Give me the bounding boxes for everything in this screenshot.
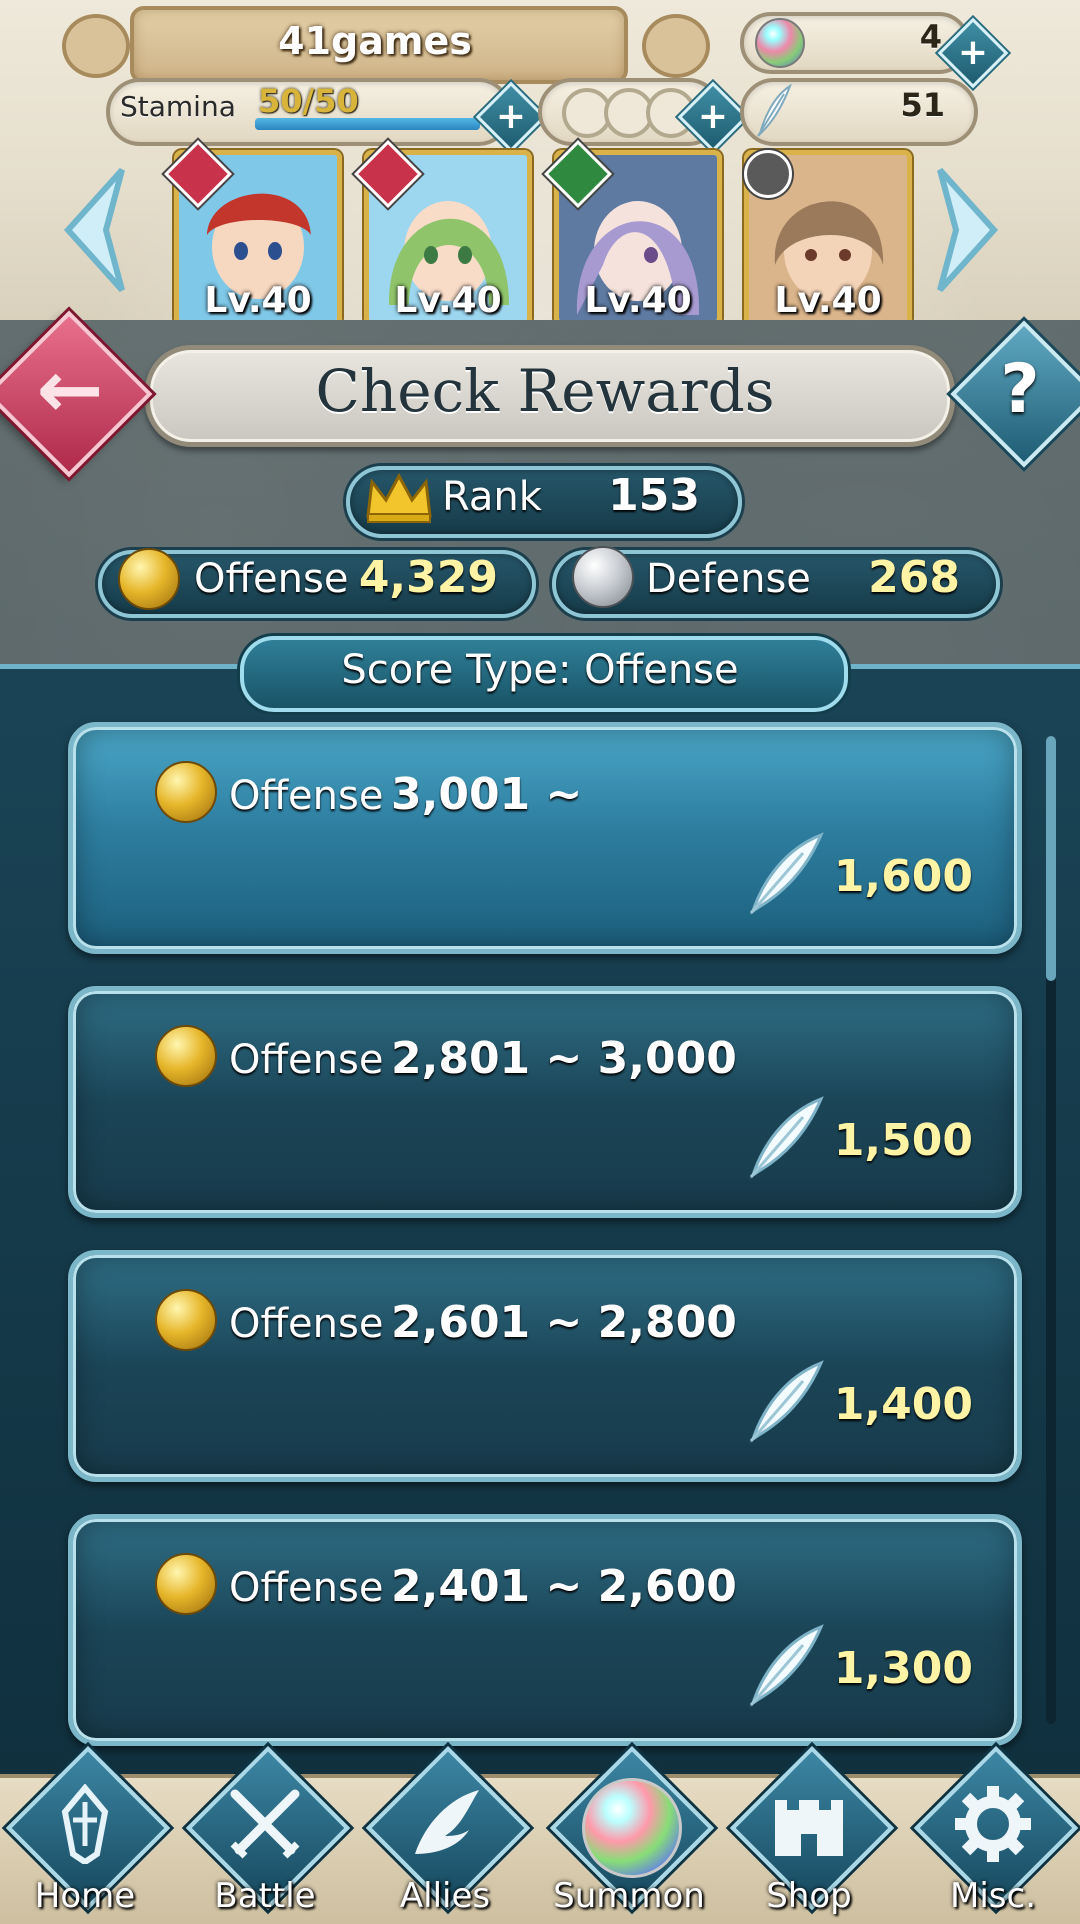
nav-label: Allies xyxy=(399,1876,491,1916)
page-title: Check Rewards xyxy=(315,357,775,425)
offense-medal-icon xyxy=(118,548,180,610)
reward-tier-card[interactable]: Offense 2,401 ~ 2,600 1,300 xyxy=(68,1514,1022,1746)
nav-home-button[interactable]: Home xyxy=(5,1745,171,1920)
offense-medal-icon xyxy=(155,1289,217,1351)
castle-icon xyxy=(775,1800,843,1856)
nav-allies-button[interactable]: Allies xyxy=(365,1745,531,1920)
next-hero-arrow-icon[interactable] xyxy=(930,160,1010,300)
score-type-label: Score Type: Offense xyxy=(341,647,739,693)
hero-level: Lv.40 xyxy=(204,280,312,321)
nav-shop-button[interactable]: Shop xyxy=(729,1745,895,1920)
hero-level: Lv.40 xyxy=(774,280,882,321)
stamina-value: 50/50 xyxy=(258,82,359,120)
reward-tier-card[interactable]: Offense 2,801 ~ 3,000 1,500 xyxy=(68,986,1022,1218)
nav-label: Summon xyxy=(553,1876,705,1916)
scroll-curl-right xyxy=(642,14,710,78)
plus-icon: + xyxy=(495,96,527,137)
reward-tier-label: Offense xyxy=(229,1301,384,1347)
orbs-count: 4 xyxy=(919,18,942,56)
back-arrow-icon: ← xyxy=(36,343,104,436)
nav-battle-button[interactable]: Battle xyxy=(185,1745,351,1920)
hero-level: Lv.40 xyxy=(584,280,692,321)
gear-icon xyxy=(955,1786,1031,1862)
reward-tier-range: 2,401 ~ 2,600 xyxy=(391,1561,737,1612)
rank-value: 153 xyxy=(608,470,700,521)
stamina-label: Stamina xyxy=(120,90,236,123)
nav-misc-button[interactable]: Misc. xyxy=(913,1745,1079,1920)
offense-value: 4,329 xyxy=(358,552,498,603)
offense-medal-icon xyxy=(155,761,217,823)
reward-feather-amount: 1,600 xyxy=(833,851,973,902)
reward-tier-card[interactable]: Offense 3,001 ~ 1,600 xyxy=(68,722,1022,954)
defense-label: Defense xyxy=(646,556,811,602)
nav-label: Battle xyxy=(214,1876,316,1916)
question-mark-icon: ? xyxy=(1000,350,1040,429)
feather-icon xyxy=(757,83,792,138)
reward-tier-range: 2,801 ~ 3,000 xyxy=(391,1033,737,1084)
reward-tier-card[interactable]: Offense 2,601 ~ 2,800 1,400 xyxy=(68,1250,1022,1482)
nav-summon-button[interactable]: Summon xyxy=(549,1745,715,1920)
reward-tier-range: 2,601 ~ 2,800 xyxy=(391,1297,737,1348)
offense-medal-icon xyxy=(155,1553,217,1615)
plus-icon: + xyxy=(957,32,989,73)
orb-icon xyxy=(582,1778,682,1878)
reward-feather-amount: 1,500 xyxy=(833,1115,973,1166)
defense-value: 268 xyxy=(868,552,960,603)
reward-tier-range: 3,001 ~ xyxy=(391,769,583,820)
offense-label: Offense xyxy=(194,556,349,602)
home-crest-icon xyxy=(61,1784,109,1864)
stamina-bar-fill xyxy=(255,118,480,130)
bow-badge-icon xyxy=(744,150,792,198)
nav-label: Home xyxy=(34,1876,136,1916)
previous-hero-arrow-icon[interactable] xyxy=(52,160,132,300)
plus-icon: + xyxy=(697,96,729,137)
wing-icon xyxy=(415,1790,479,1854)
offense-medal-icon xyxy=(155,1025,217,1087)
scroll-curl-left xyxy=(62,14,130,78)
hero-level: Lv.40 xyxy=(394,280,502,321)
crossed-swords-icon xyxy=(230,1789,300,1859)
stamina-bar xyxy=(255,118,480,130)
crown-icon xyxy=(366,472,432,523)
reward-tier-label: Offense xyxy=(229,1037,384,1083)
list-scrollbar-thumb[interactable] xyxy=(1046,736,1056,981)
orb-icon xyxy=(755,18,805,68)
defense-shield-medal-icon xyxy=(572,546,634,608)
reward-tier-label: Offense xyxy=(229,773,384,819)
feathers-count: 51 xyxy=(900,86,945,124)
reward-feather-amount: 1,400 xyxy=(833,1379,973,1430)
reward-tier-label: Offense xyxy=(229,1565,384,1611)
games-count: 41games xyxy=(278,19,472,63)
reward-feather-amount: 1,300 xyxy=(833,1643,973,1694)
nav-label: Shop xyxy=(766,1876,852,1916)
nav-label: Misc. xyxy=(950,1876,1036,1916)
rank-label: Rank xyxy=(442,474,542,520)
